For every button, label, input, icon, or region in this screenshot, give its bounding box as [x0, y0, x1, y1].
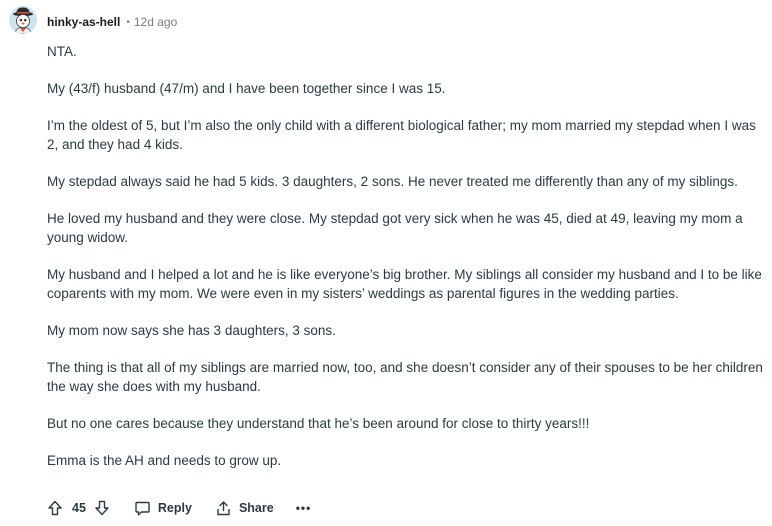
comment: hinky-as-hell • 12d ago NTA. My (43/f) h…	[0, 0, 772, 526]
comment-paragraph: He loved my husband and they were close.…	[47, 211, 743, 245]
comment-header: hinky-as-hell • 12d ago	[47, 13, 177, 31]
share-icon	[215, 499, 233, 517]
vote-group: 45	[46, 499, 111, 517]
comment-paragraph: My stepdad always said he had 5 kids. 3 …	[47, 174, 738, 189]
comment-paragraph: My mom now says she has 3 daughters, 3 s…	[47, 323, 336, 338]
comment-paragraph: My (43/f) husband (47/m) and I have been…	[47, 81, 446, 96]
downvote-arrow-icon[interactable]	[93, 499, 111, 517]
reply-button[interactable]: Reply	[134, 499, 192, 517]
reply-label: Reply	[157, 501, 192, 515]
avatar-graphic	[9, 6, 37, 34]
comment-paragraph: I’m the oldest of 5, but I’m also the on…	[47, 118, 756, 152]
comment-paragraph: Emma is the AH and needs to grow up.	[47, 453, 282, 468]
more-options-icon[interactable]: •••	[296, 501, 312, 515]
meta-separator: •	[126, 16, 130, 28]
vote-score: 45	[72, 501, 86, 515]
timestamp[interactable]: 12d ago	[134, 15, 177, 29]
comment-paragraph: But no one cares because they understand…	[47, 416, 590, 431]
share-label: Share	[238, 501, 274, 515]
comment-body: NTA. My (43/f) husband (47/m) and I have…	[47, 42, 763, 488]
comment-actions: 45 Reply Share •••	[46, 497, 311, 519]
upvote-arrow-icon[interactable]	[46, 499, 64, 517]
comment-paragraph: The thing is that all of my siblings are…	[47, 360, 763, 394]
share-button[interactable]: Share	[215, 499, 274, 517]
speech-bubble-icon	[134, 499, 152, 517]
comment-paragraph: NTA.	[47, 44, 77, 59]
comment-paragraph: My husband and I helped a lot and he is …	[47, 267, 762, 301]
username-link[interactable]: hinky-as-hell	[47, 15, 120, 29]
avatar-icon[interactable]	[9, 6, 37, 34]
